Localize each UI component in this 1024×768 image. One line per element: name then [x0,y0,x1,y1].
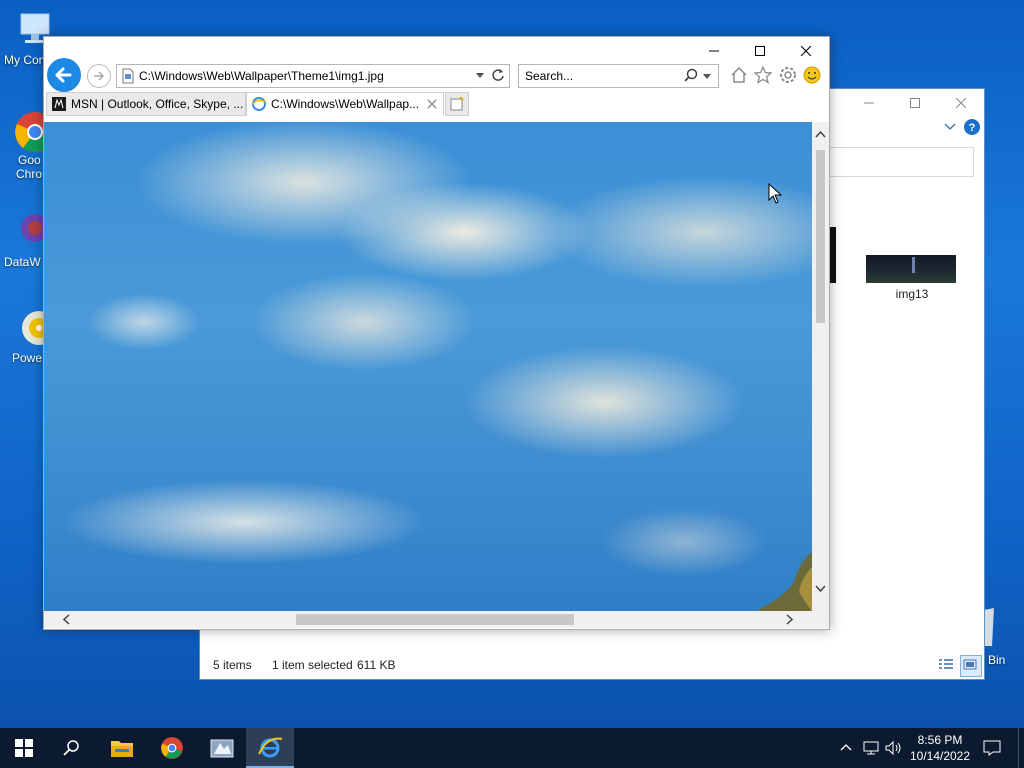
tab-image[interactable]: C:\Windows\Web\Wallpap... [246,92,444,116]
arrow-left-icon [55,67,72,83]
status-item-count: 5 items [213,658,252,672]
details-view-icon [939,659,953,669]
clock-time: 8:56 PM [917,733,963,747]
search-box[interactable] [828,147,974,177]
horizontal-scroll-thumb[interactable] [296,614,574,625]
svg-text:?: ? [969,122,976,134]
desktop-icon-label: Bin [988,653,1006,667]
scroll-up-icon[interactable] [815,130,826,138]
maximize-icon [755,46,765,56]
help-icon: ? [964,119,980,135]
scroll-left-icon[interactable] [62,614,70,625]
windows-logo-icon [15,739,33,757]
chrome-icon [161,737,183,759]
mouse-cursor-icon [768,183,782,204]
vertical-scroll-thumb[interactable] [816,150,825,323]
network-icon[interactable] [863,740,879,756]
app-window-icon [210,739,234,758]
vertical-scrollbar[interactable] [812,122,829,611]
taskbar-internet-explorer[interactable] [246,728,294,768]
back-button[interactable] [47,58,81,92]
scroll-down-icon[interactable] [815,585,826,593]
show-desktop-button[interactable] [1018,728,1024,768]
new-tab-icon [450,97,464,111]
explorer-close-button[interactable] [938,89,984,117]
refresh-icon[interactable] [491,68,505,82]
search-dropdown-icon[interactable] [702,73,712,81]
desktop-icon-recycle-bin[interactable]: Bin [984,606,1024,670]
folder-icon [111,741,133,757]
close-tab-icon[interactable] [427,99,437,109]
maximize-icon [910,98,920,108]
feedback-smiley-icon[interactable] [803,66,821,84]
explorer-maximize-button[interactable] [892,89,938,117]
taskbar-chrome[interactable] [148,728,196,768]
clock[interactable]: 8:56 PM 10/14/2022 [906,732,974,764]
large-icons-view-icon [963,659,977,670]
internet-explorer-window[interactable]: C:\Windows\Web\Wallpaper\Theme1\img1.jpg… [43,36,830,630]
ie-minimize-button[interactable] [691,37,737,65]
internet-explorer-icon [258,737,283,758]
start-button[interactable] [0,728,48,768]
arrow-right-icon [94,71,105,81]
horizontal-scrollbar[interactable] [44,611,812,628]
ie-tab-icon [251,97,267,111]
search-box[interactable]: Search... [518,64,719,88]
status-size: 611 KB [357,658,396,672]
minimize-icon [709,50,719,52]
address-text: C:\Windows\Web\Wallpaper\Theme1\img1.jpg [139,69,384,83]
msn-icon [52,97,66,111]
large-icons-view-button[interactable] [960,655,982,677]
volume-icon[interactable] [885,740,903,756]
page-icon [122,68,134,84]
scrollbar-corner [812,611,829,628]
clock-date: 10/14/2022 [909,749,971,763]
taskbar-file-explorer[interactable] [98,728,146,768]
tab-msn[interactable]: MSN | Outlook, Office, Skype, ... [46,92,246,116]
file-name-label: img13 [895,287,929,301]
new-tab-button[interactable] [445,92,469,116]
ribbon-expand-button[interactable] [944,121,956,135]
settings-gear-icon[interactable] [779,66,797,84]
mountain-edge [755,552,812,611]
close-icon [801,46,811,56]
taskbar-search-button[interactable] [48,728,96,768]
explorer-status-bar: 5 items 1 item selected 611 KB [200,655,984,679]
ie-caption-buttons [691,37,829,65]
thumbnail-img13 [866,255,956,283]
help-button[interactable]: ? [964,119,980,138]
search-icon[interactable] [683,68,699,84]
taskbar-app[interactable] [198,728,246,768]
taskbar: 8:56 PM 10/14/2022 [0,728,1024,768]
explorer-minimize-button[interactable] [846,89,892,117]
minimize-icon [864,102,874,104]
forward-button[interactable] [87,64,111,88]
ie-close-button[interactable] [783,37,829,65]
search-placeholder: Search... [525,69,574,83]
close-icon [956,98,966,108]
file-item-img13[interactable]: img13 [866,255,958,301]
chevron-down-icon [944,123,956,131]
tab-label: MSN | Outlook, Office, Skype, ... [71,97,244,111]
ie-maximize-button[interactable] [737,37,783,65]
explorer-caption-buttons [846,89,984,117]
search-icon [63,740,79,756]
wallpaper-image [44,122,812,611]
favorites-star-icon[interactable] [754,66,772,84]
notifications-icon[interactable] [983,740,1001,756]
show-hidden-icons-icon[interactable] [840,742,852,752]
address-bar[interactable]: C:\Windows\Web\Wallpaper\Theme1\img1.jpg [116,64,510,88]
status-selected: 1 item selected [272,658,353,672]
details-view-button[interactable] [938,657,956,675]
tab-label: C:\Windows\Web\Wallpap... [271,97,420,111]
scroll-right-icon[interactable] [786,614,794,625]
address-dropdown-icon[interactable] [475,72,485,80]
home-icon[interactable] [730,66,748,84]
recycle-bin-icon [984,608,994,646]
